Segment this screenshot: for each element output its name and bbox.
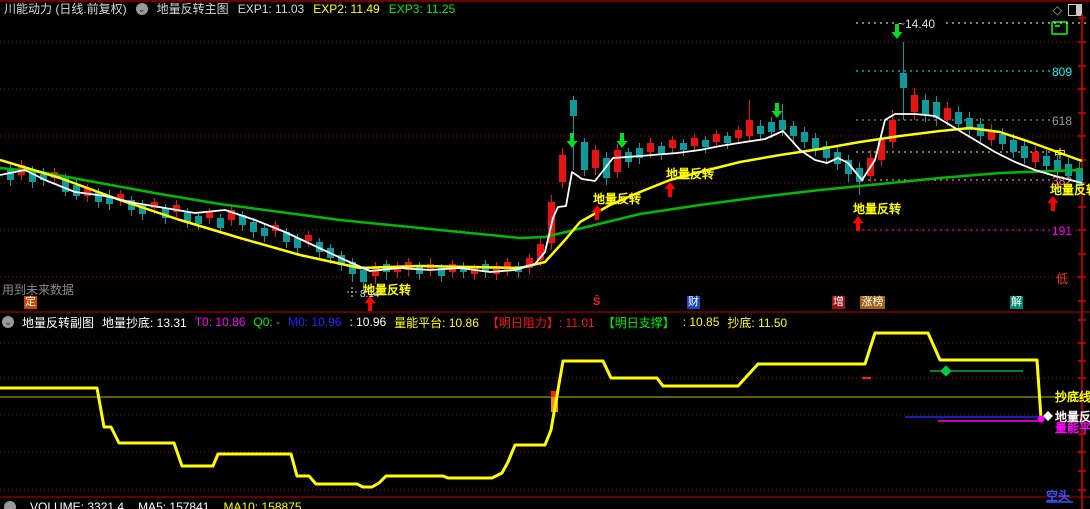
candle-body (757, 126, 764, 134)
ma-green-line (0, 166, 1083, 240)
candle-body (790, 126, 797, 136)
sub-header-field-4: M0: 10.96 (288, 315, 342, 329)
chart-canvas[interactable]: ~14.40809618中382191低地量反转地量反转地量反转地量反转地量反转… (0, 0, 1090, 509)
sub-right-label: 抄底线 (1055, 389, 1090, 404)
candle-body (1043, 156, 1050, 166)
candle-body (669, 140, 676, 148)
candle-body (1032, 152, 1039, 162)
candle-body (680, 143, 687, 150)
event-marker-3[interactable]: 增 (832, 296, 845, 309)
event-marker-4[interactable]: 涨榜 (860, 296, 885, 309)
candle-body (724, 136, 731, 143)
candle-body (360, 270, 367, 282)
candle-body (735, 130, 742, 138)
candle-body (779, 120, 786, 130)
candle-body (691, 138, 698, 146)
volume-field-2: MA10: 158875 (223, 500, 302, 509)
chevron-down-icon[interactable]: ⌄ (2, 316, 14, 328)
volume-header: VOLUME: 3321.4 MA5: 157841 MA10: 158875 (4, 500, 302, 509)
candle-body (911, 95, 918, 112)
candle-body (206, 212, 213, 218)
candle-body (647, 143, 654, 152)
fib-label: ~14.40 (898, 17, 935, 31)
candle-body (658, 146, 665, 154)
candle-body (922, 100, 929, 115)
candle-body (999, 134, 1006, 144)
fib-label: 809 (1052, 65, 1072, 79)
candle-body (713, 134, 720, 142)
event-marker-1[interactable]: Ŝ (590, 296, 603, 309)
event-marker-5[interactable]: 解 (1010, 296, 1023, 309)
candle-body (261, 228, 268, 236)
sub-indicator-line (0, 331, 1043, 489)
sub-header-field-1: 地量抄底: 13.31 (102, 315, 187, 330)
candle-body (900, 73, 907, 88)
volume-field-0: VOLUME: 3321.4 (30, 500, 125, 509)
price-tag: 8.14 (360, 289, 380, 300)
candle-body (746, 120, 753, 136)
buy-signal-label: 地量反转 (853, 201, 901, 216)
candle-body (372, 268, 379, 276)
buy-signal-label: 地量反转 (666, 166, 714, 181)
volume-collapse-icon[interactable] (4, 501, 16, 509)
candle-body (592, 150, 599, 168)
buy-arrow-icon (664, 182, 676, 197)
candle-body (559, 155, 566, 182)
green-diamond-icon (940, 365, 952, 377)
candle-body (581, 142, 588, 170)
sell-arrow-icon (616, 133, 628, 148)
sub-header-field-3: Q0: - (253, 315, 281, 329)
fib-label: 低 (1056, 272, 1068, 286)
candle-body (944, 108, 951, 120)
sub-header-field-6: 量能平台: 10.86 (394, 315, 479, 330)
candle-body (702, 140, 709, 147)
sub-header-field-5: : 10.96 (349, 315, 387, 329)
sub-end-dot (1037, 415, 1045, 423)
candle-body (614, 150, 621, 172)
buy-signal-label: 地量反转 (593, 191, 641, 206)
event-marker-2[interactable]: 财 (687, 296, 700, 309)
candle-body (768, 122, 775, 132)
candle-body (250, 222, 257, 232)
candle-body (305, 235, 312, 241)
sub-chart-header: ⌄ 地量反转副图 地量抄底: 13.31 T0: 10.86 Q0: - M0: 10.… (2, 314, 788, 331)
sub-header-field-7: 【明日阻力】: 11.01 (486, 315, 595, 330)
sub-header-field-8: 【明日支撑】 (602, 315, 675, 330)
candle-body (195, 216, 202, 224)
trading-terminal: 川能动力 (日线.前复权) ⌄ 地量反转主图 EXP1: 11.03 EXP2:… (0, 0, 1090, 509)
candle-body (73, 185, 80, 196)
candle-body (955, 112, 962, 124)
volume-field-1: MA5: 157841 (138, 500, 210, 509)
buy-signal-label: 地量反转 (1050, 182, 1090, 197)
buy-arrow-icon (852, 216, 864, 231)
future-data-note: 用到未来数据 (2, 283, 75, 297)
sub-header-field-2: T0: 10.86 (194, 315, 246, 329)
candle-body (1010, 140, 1017, 152)
sub-header-field-9: : 10.85 (682, 315, 720, 329)
sub-right-label: 量能平台 (1055, 420, 1090, 435)
buy-arrow-icon (1047, 196, 1059, 211)
event-marker-0[interactable]: 定 (24, 296, 37, 309)
white-diamond-icon (1043, 411, 1053, 421)
bear-label: 空头 (1046, 488, 1070, 503)
sub-header-field-10: 抄底: 11.50 (727, 315, 788, 330)
buy-arrow-icon (591, 205, 603, 220)
candle-body (570, 100, 577, 116)
fib-label: 618 (1052, 114, 1072, 128)
fib-label: 191 (1052, 224, 1072, 238)
candle-body (801, 132, 808, 142)
candle-body (1021, 146, 1028, 158)
sell-arrow-icon (771, 103, 783, 118)
candle-body (1054, 160, 1061, 170)
candle-body (217, 218, 224, 228)
sub-header-field-0[interactable]: 地量反转副图 (22, 314, 94, 331)
sell-arrow-icon (566, 133, 578, 148)
